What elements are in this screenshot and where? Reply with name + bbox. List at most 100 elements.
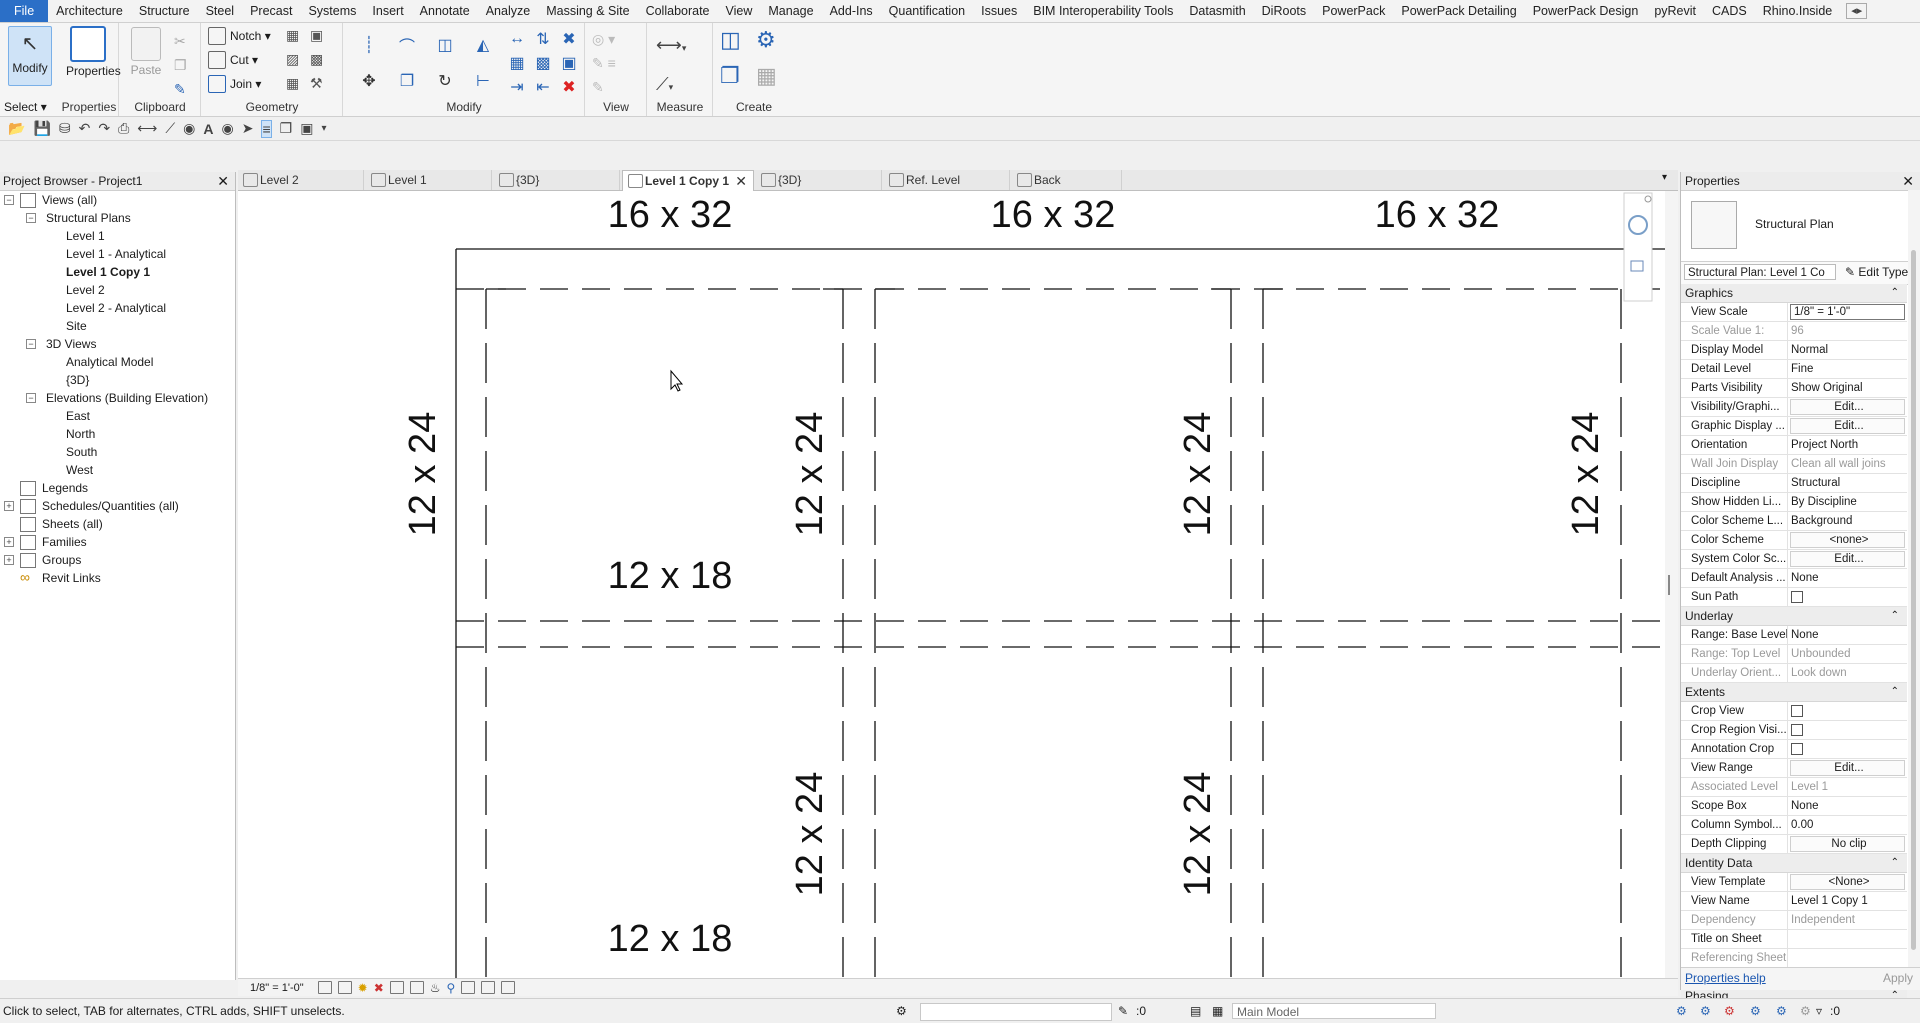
collapse-icon[interactable]: ⌃ [1891,683,1899,701]
collapse-icon[interactable]: ⌃ [1891,854,1899,872]
tree-item[interactable]: West [0,461,235,479]
property-group-header[interactable]: Extents ⌃ [1681,683,1907,702]
beam-label[interactable]: 12 x 18 [608,555,733,597]
menu-collaborate[interactable]: Collaborate [638,0,718,22]
collapse-icon[interactable]: − [26,213,36,223]
tree-item[interactable]: North [0,425,235,443]
select-dropdown[interactable]: Select ▾ [4,100,47,114]
split-icon[interactable]: ↔ [504,27,530,51]
reveal-hidden-icon[interactable]: ⚲ [447,981,456,995]
collapse-icon[interactable]: − [26,393,36,403]
close-icon[interactable]: ✕ [217,172,229,190]
property-checkbox[interactable] [1788,740,1907,758]
geometry-tool-icon[interactable]: ▩ [310,51,334,75]
crop-region-icon[interactable] [409,981,424,994]
create-similar-icon[interactable]: ▦ [756,63,792,99]
instance-selector[interactable]: Structural Plan: Level 1 Co [1684,264,1836,280]
scale-icon[interactable]: ▩ [530,51,556,75]
beam-label[interactable]: 12 x 18 [608,918,733,960]
design-options-icon[interactable]: ▤ [1190,999,1201,1023]
tab-view[interactable]: Back [1012,170,1122,190]
property-value[interactable]: Level 1 Copy 1 [1788,892,1907,910]
property-checkbox[interactable] [1788,702,1907,720]
column-label[interactable]: 12 x 24 [789,772,831,897]
select-by-face-icon[interactable]: ⚙ [1750,999,1761,1023]
override-icon[interactable]: ✎ ≡ [592,51,616,75]
tab-view[interactable]: {3D} [494,170,620,190]
mirror-pick-icon[interactable]: ◫ [426,27,464,63]
menu-precast[interactable]: Precast [242,0,300,22]
move-icon[interactable]: ✥ [350,63,388,99]
ribbon-toggle-icon[interactable]: ◂▸ [1846,3,1868,19]
tree-item[interactable]: ∞ Revit Links [0,569,235,587]
property-edit-button[interactable]: No clip [1790,836,1905,852]
unpin-icon[interactable]: ✖ [556,27,582,51]
hammer-icon[interactable]: ⚒ [310,75,334,99]
workset-selector[interactable] [920,1003,1112,1021]
array-icon[interactable]: ▦ [504,51,530,75]
select-underlay-icon[interactable]: ⚙ [1700,999,1711,1023]
menu-rhino-inside[interactable]: Rhino.Inside [1755,0,1841,22]
close-icon[interactable]: ✕ [1902,172,1914,190]
tree-item[interactable]: + Schedules/Quantities (all) [0,497,235,515]
mirror-draw-icon[interactable]: ◭ [464,27,502,63]
cut-button[interactable]: Cut ▾ [208,49,258,71]
property-edit-button[interactable]: <none> [1790,532,1905,548]
pin-icon[interactable]: ▣ [556,51,582,75]
worksets-icon[interactable]: ⚙ [896,999,907,1023]
aligned-dimension-icon[interactable]: ⟋ [165,120,175,137]
property-value[interactable]: Normal [1788,341,1907,359]
properties-help-link[interactable]: Properties help [1685,971,1766,985]
menu-powerpack-detailing[interactable]: PowerPack Detailing [1393,0,1524,22]
property-checkbox[interactable] [1788,588,1907,606]
collapse-icon[interactable]: − [4,195,14,205]
customize-qat-icon[interactable]: ▾ [321,123,326,134]
create-assembly-icon[interactable]: ◫ [720,27,756,63]
select-pinned-icon[interactable]: ⚙ [1724,999,1735,1023]
property-edit-button[interactable]: Edit... [1790,418,1905,434]
type-selector[interactable]: Structural Plan ▾ [1681,191,1920,262]
tree-item[interactable]: Sheets (all) [0,515,235,533]
property-value[interactable]: Show Original [1788,379,1907,397]
default-3d-icon[interactable]: ◉ [222,120,234,137]
geometry-tool-icon[interactable]: ▨ [286,51,310,75]
apply-button[interactable]: Apply [1883,971,1913,985]
menu-bim-interoperability-tools[interactable]: BIM Interoperability Tools [1025,0,1181,22]
property-value[interactable] [1788,930,1907,948]
create-group-icon[interactable]: ❐ [720,63,756,99]
tree-item[interactable]: Level 2 [0,281,235,299]
property-group-header[interactable]: Identity Data ⌃ [1681,854,1907,873]
redo-icon[interactable]: ↷ [98,120,110,137]
rotate-icon[interactable]: ↻ [426,63,464,99]
temp-hide-icon[interactable]: ♨ [430,981,441,995]
create-parts-icon[interactable]: ⚙ [756,27,792,63]
expand-icon[interactable]: + [4,537,14,547]
tab-view[interactable]: Ref. Level [884,170,1010,190]
menu-insert[interactable]: Insert [364,0,411,22]
thin-lines-icon[interactable]: ≡ [261,119,272,138]
menu-massing-site[interactable]: Massing & Site [538,0,637,22]
split-gap-icon[interactable]: ⇅ [530,27,556,51]
trim-icon[interactable]: ⊢ [464,63,502,99]
property-edit-button[interactable]: <None> [1790,874,1905,890]
beam-label-top[interactable]: 16 x 32 [991,194,1116,236]
navigation-bar[interactable] [1623,192,1653,302]
menu-issues[interactable]: Issues [973,0,1025,22]
property-value[interactable]: Structural [1788,474,1907,492]
tree-item[interactable]: Level 1 Copy 1 [0,263,235,281]
paste-button[interactable]: Paste [128,27,164,77]
menu-manage[interactable]: Manage [760,0,821,22]
linework-icon[interactable]: ✎ [592,75,616,99]
editable-icon[interactable]: ✎ [1118,999,1128,1023]
shadows-icon[interactable]: ✖ [374,981,384,995]
menu-structure[interactable]: Structure [131,0,198,22]
open-icon[interactable]: 📂 [8,120,25,137]
property-value[interactable]: Background [1788,512,1907,530]
hide-icon[interactable]: ◎ ▾ [592,27,616,51]
measure-icon[interactable]: ⟷▾ [656,27,686,66]
detail-level-icon[interactable] [317,981,332,994]
checkbox[interactable] [1791,724,1803,736]
close-tab-icon[interactable]: ✕ [735,171,747,191]
geometry-tool-icon[interactable]: ▦ [286,75,310,99]
switch-windows-icon[interactable]: ▣ [300,120,313,137]
